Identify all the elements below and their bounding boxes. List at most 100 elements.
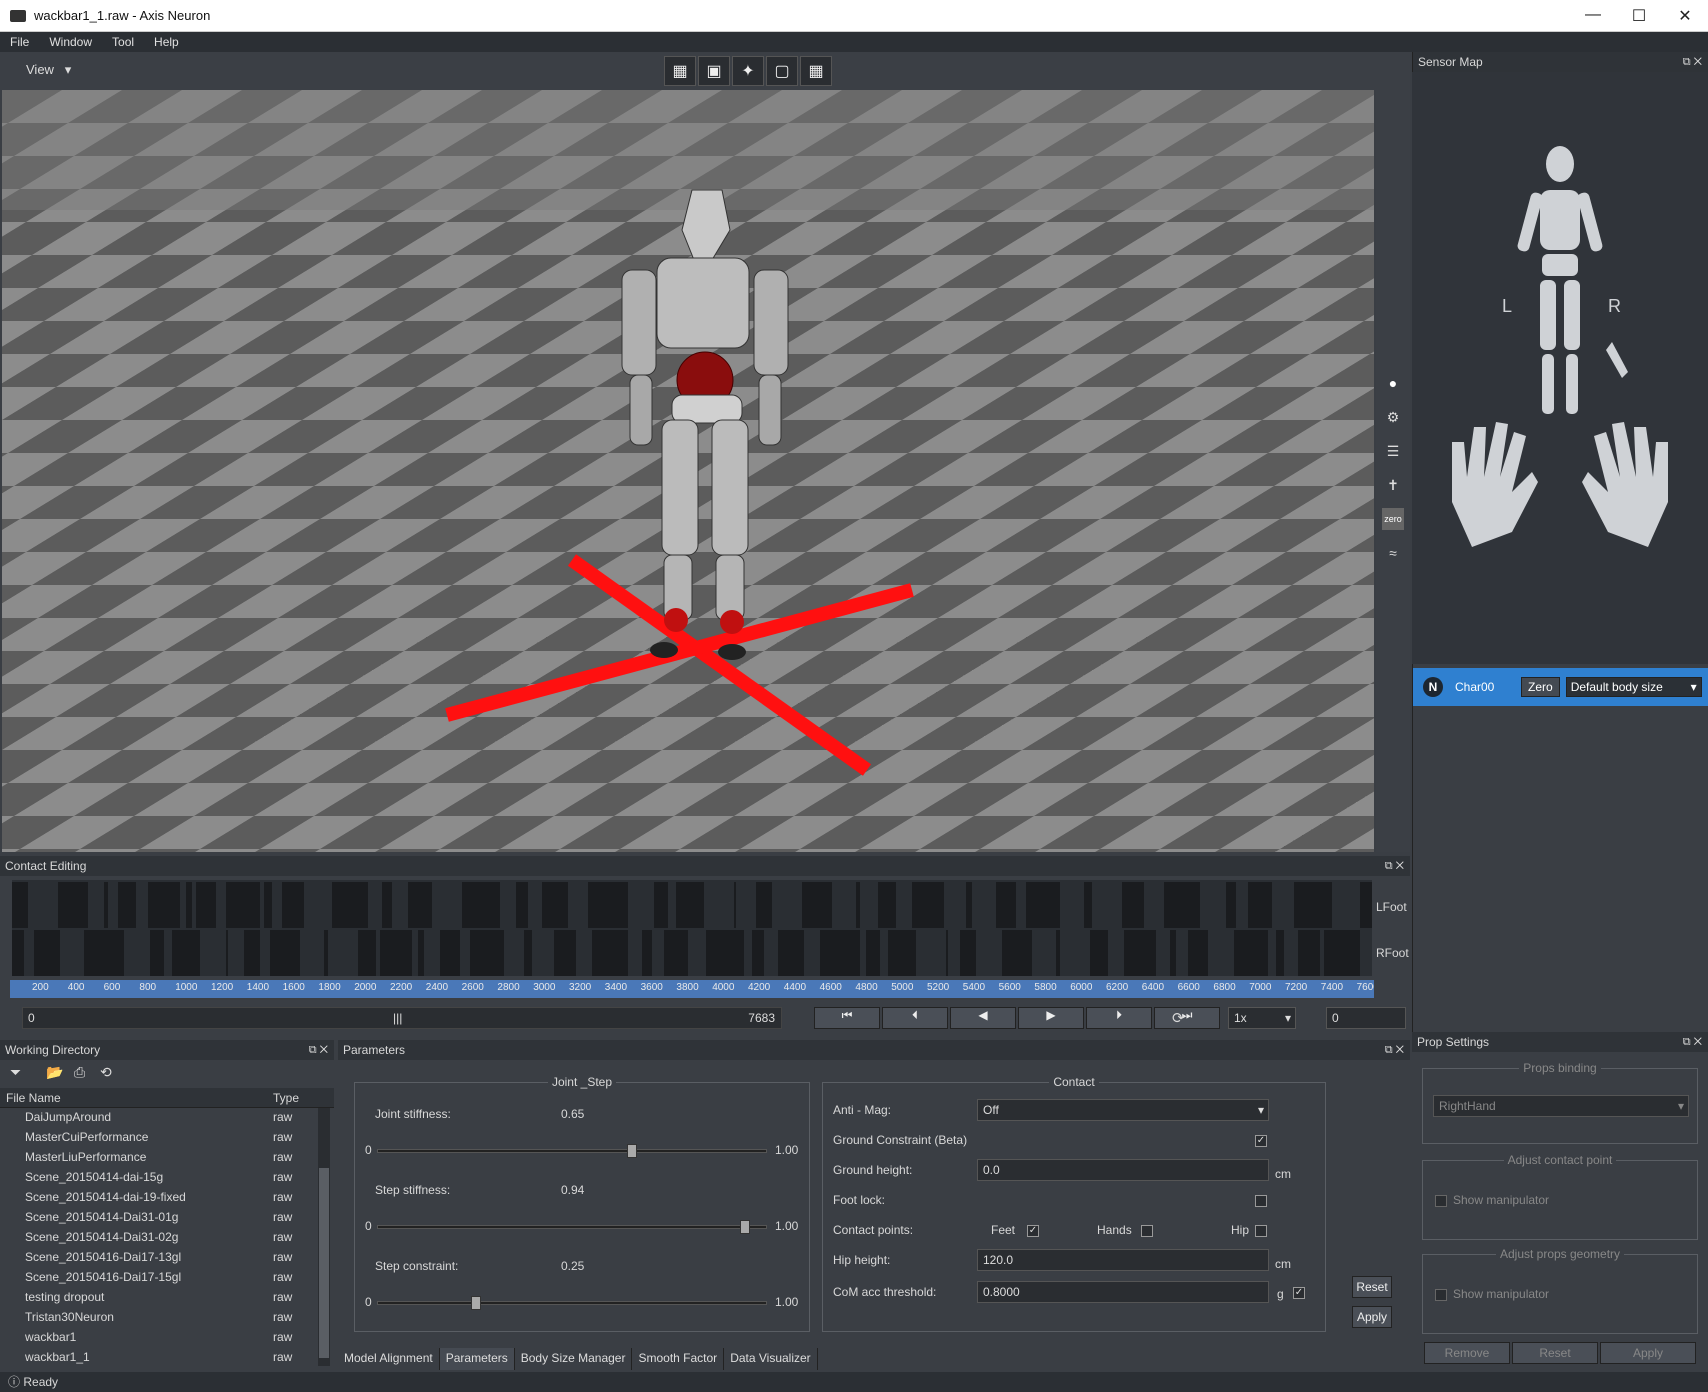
- file-row[interactable]: DaiJumpAround raw: [0, 1110, 316, 1130]
- parameter-slider[interactable]: [377, 1144, 767, 1158]
- file-row[interactable]: MasterLiuPerformance raw: [0, 1150, 316, 1170]
- calibrate-icon[interactable]: ⚙: [1382, 406, 1404, 428]
- menu-help[interactable]: Help: [144, 35, 189, 49]
- first-frame-button[interactable]: ⏮: [814, 1007, 880, 1029]
- align-icon[interactable]: ☰: [1382, 440, 1404, 462]
- com-checkbox[interactable]: ✓: [1293, 1287, 1305, 1299]
- tab-model-alignment[interactable]: Model Alignment: [338, 1348, 440, 1370]
- com-threshold-input[interactable]: 0.8000: [977, 1281, 1269, 1303]
- tpose-icon[interactable]: ✝: [1382, 474, 1404, 496]
- file-row[interactable]: Scene_20150414-Dai31-01g raw: [0, 1210, 316, 1230]
- reset-button[interactable]: Reset: [1352, 1276, 1392, 1298]
- contact-manipulator-checkbox[interactable]: [1435, 1195, 1447, 1207]
- view-menu[interactable]: View ▾: [26, 62, 71, 78]
- filter-icon[interactable]: ⏷: [10, 1064, 21, 1081]
- zero-icon[interactable]: zero: [1382, 508, 1404, 530]
- panel-controls-icon[interactable]: ⧉ ✕: [1683, 1032, 1702, 1052]
- file-row[interactable]: wackbar1_1 raw: [0, 1350, 316, 1370]
- lfoot-track[interactable]: [12, 882, 1372, 928]
- range-handle-icon[interactable]: |||: [393, 1009, 402, 1028]
- hip-height-input[interactable]: 120.0: [977, 1249, 1269, 1271]
- file-row[interactable]: Scene_20150416-Dai17-13gl raw: [0, 1250, 316, 1270]
- file-row[interactable]: Scene_20150414-dai-15g raw: [0, 1170, 316, 1190]
- reset-prop-button[interactable]: Reset: [1512, 1342, 1598, 1364]
- character-row[interactable]: N Char00 Zero Default body size ▾: [1413, 668, 1708, 706]
- file-name: Tristan30Neuron: [25, 1310, 114, 1324]
- file-type: raw: [273, 1270, 293, 1284]
- contact-timeline[interactable]: [12, 880, 1372, 976]
- slider-handle[interactable]: [627, 1144, 637, 1158]
- feet-checkbox[interactable]: ✓: [1027, 1225, 1039, 1237]
- 3d-viewport[interactable]: [2, 90, 1374, 852]
- file-row[interactable]: Scene_20150416-Dai17-15gl raw: [0, 1270, 316, 1290]
- file-list-scrollbar[interactable]: [318, 1108, 330, 1366]
- checker-icon[interactable]: ▦: [800, 56, 832, 86]
- props-binding-select[interactable]: RightHand ▾: [1433, 1095, 1689, 1117]
- folder-icon[interactable]: 📂: [46, 1064, 63, 1081]
- prev-frame-button[interactable]: ◀: [950, 1007, 1016, 1029]
- close-button[interactable]: ✕: [1662, 6, 1708, 26]
- play-button[interactable]: ▶: [1018, 1007, 1084, 1029]
- rfoot-track[interactable]: [12, 930, 1372, 976]
- last-frame-button[interactable]: ⏭: [1154, 1007, 1220, 1029]
- camera-icon[interactable]: ▣: [698, 56, 730, 86]
- foot-lock-checkbox[interactable]: [1255, 1195, 1267, 1207]
- apply-button[interactable]: Apply: [1352, 1306, 1392, 1328]
- file-row[interactable]: MasterCuiPerformance raw: [0, 1130, 316, 1150]
- panel-controls-icon[interactable]: ⧉ ✕: [309, 1040, 328, 1060]
- tab-body-size-manager[interactable]: Body Size Manager: [514, 1348, 633, 1370]
- com-threshold-label: CoM acc threshold:: [833, 1285, 937, 1299]
- next-key-button[interactable]: ⏵: [1086, 1007, 1152, 1029]
- column-type[interactable]: Type: [273, 1091, 299, 1105]
- frame-range-bar[interactable]: 0 ||| 7683: [22, 1007, 782, 1029]
- panel-controls-icon[interactable]: ⧉ ✕: [1385, 856, 1404, 876]
- apply-prop-button[interactable]: Apply: [1600, 1342, 1696, 1364]
- file-row[interactable]: Scene_20150414-dai-19-fixed raw: [0, 1190, 316, 1210]
- anti-mag-select[interactable]: Off ▾: [977, 1099, 1269, 1121]
- loop-icon[interactable]: ⟳: [1172, 1009, 1185, 1027]
- zero-button[interactable]: Zero: [1521, 677, 1560, 697]
- skeleton-icon[interactable]: ✦: [732, 56, 764, 86]
- column-file-name[interactable]: File Name: [6, 1091, 61, 1105]
- slider-handle[interactable]: [471, 1296, 481, 1310]
- tab-data-visualizer[interactable]: Data Visualizer: [724, 1348, 818, 1370]
- ground-constraint-checkbox[interactable]: ✓: [1255, 1135, 1267, 1147]
- current-frame-input[interactable]: 0: [1326, 1007, 1406, 1029]
- hands-checkbox[interactable]: [1141, 1225, 1153, 1237]
- tab-smooth-factor[interactable]: Smooth Factor: [632, 1348, 725, 1370]
- open-file-icon[interactable]: ⎙: [74, 1064, 85, 1081]
- file-row[interactable]: Scene_20150414-Dai31-02g raw: [0, 1230, 316, 1250]
- file-row[interactable]: wackbar1 raw: [0, 1330, 316, 1350]
- tick-label: 4200: [748, 982, 771, 993]
- geometry-manipulator-checkbox[interactable]: [1435, 1289, 1447, 1301]
- viewport-scene: [2, 90, 1374, 852]
- slider-value: 0.65: [561, 1107, 585, 1121]
- body-size-select[interactable]: Default body size ▾: [1565, 677, 1702, 697]
- slider-handle[interactable]: [740, 1220, 750, 1234]
- file-row[interactable]: Tristan30Neuron raw: [0, 1310, 316, 1330]
- record-icon[interactable]: ●: [1382, 372, 1404, 394]
- parameter-slider[interactable]: [377, 1220, 767, 1234]
- maximize-button[interactable]: ☐: [1616, 6, 1662, 26]
- grid-toggle-icon[interactable]: ▦: [664, 56, 696, 86]
- menu-tool[interactable]: Tool: [102, 35, 144, 49]
- panel-controls-icon[interactable]: ⧉ ✕: [1385, 1040, 1404, 1060]
- speed-select[interactable]: 1x ▾: [1228, 1007, 1296, 1029]
- hip-checkbox[interactable]: [1255, 1225, 1267, 1237]
- parameter-slider[interactable]: [377, 1296, 767, 1310]
- menu-window[interactable]: Window: [39, 35, 102, 49]
- minimize-button[interactable]: —: [1570, 6, 1616, 26]
- remove-prop-button[interactable]: Remove: [1424, 1342, 1510, 1364]
- panel-controls-icon[interactable]: ⧉ ✕: [1683, 52, 1702, 72]
- sensor-map-title: Sensor Map: [1418, 55, 1483, 69]
- ground-constraint-label: Ground Constraint (Beta): [833, 1133, 968, 1147]
- frame-ruler[interactable]: 200 400 600 800 1000 1200 1400 1600 1800 2000 2200…: [10, 980, 1374, 998]
- menu-file[interactable]: File: [0, 35, 39, 49]
- refresh-icon[interactable]: ⟲: [100, 1064, 112, 1081]
- smooth-icon[interactable]: ≈: [1382, 542, 1404, 564]
- tab-parameters[interactable]: Parameters: [439, 1348, 515, 1370]
- ground-height-input[interactable]: 0.0: [977, 1159, 1269, 1181]
- file-row[interactable]: testing dropout raw: [0, 1290, 316, 1310]
- prev-key-button[interactable]: ⏴: [882, 1007, 948, 1029]
- frame-icon[interactable]: ▢: [766, 56, 798, 86]
